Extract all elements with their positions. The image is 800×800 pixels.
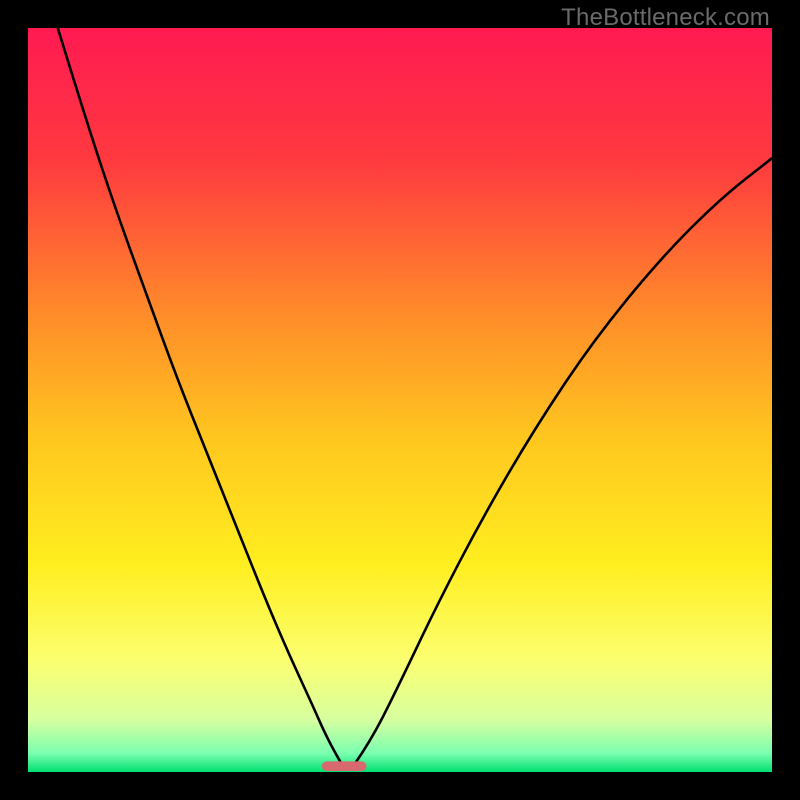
watermark-text: TheBottleneck.com [561, 4, 770, 32]
gradient-background [28, 28, 772, 772]
bottleneck-chart [28, 28, 772, 772]
chart-frame [28, 28, 772, 772]
optimum-marker [322, 761, 367, 771]
